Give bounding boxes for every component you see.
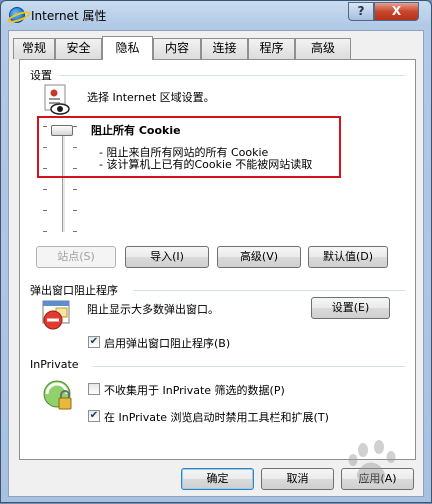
import-button[interactable]: 导入(I) <box>125 246 209 268</box>
zone-settings-text: 选择 Internet 区域设置。 <box>87 91 215 104</box>
baidu-watermark-logo <box>348 440 396 483</box>
slider-tick <box>43 189 47 190</box>
popup-section-label: 弹出窗口阻止程序 <box>30 284 118 297</box>
popup-desc: 阻止显示大多数弹出窗口。 <box>87 303 219 316</box>
popup-settings-button[interactable]: 设置(E) <box>311 297 390 319</box>
popup-blocker-icon <box>42 300 70 330</box>
inprivate-divider <box>93 366 405 367</box>
settings-divider <box>59 75 405 76</box>
slider-tick <box>73 189 77 190</box>
inprivate-section-label: InPrivate <box>30 358 79 371</box>
inprivate-icon <box>43 380 72 410</box>
inprivate-disable-toolbars-checkbox[interactable]: ✔ <box>88 410 100 422</box>
settings-section-label: 设置 <box>30 69 52 82</box>
help-button[interactable]: ? <box>348 2 374 21</box>
default-button[interactable]: 默认值(D) <box>308 246 388 268</box>
inprivate-no-collect-checkbox[interactable] <box>88 383 100 395</box>
tab-advanced[interactable]: 高级 <box>295 38 351 59</box>
slider-tick <box>43 210 47 211</box>
annotation-highlight-box <box>37 116 341 178</box>
close-button[interactable]: X <box>374 2 419 21</box>
tab-content[interactable]: 内容 <box>153 38 201 59</box>
slider-tick <box>73 231 77 232</box>
zone-settings-icon <box>44 84 70 115</box>
inprivate-no-collect-label: 不收集用于 InPrivate 筛选的数据(P) <box>104 384 285 397</box>
window-title: Internet 属性 <box>31 9 107 23</box>
tab-programs[interactable]: 程序 <box>248 38 295 59</box>
slider-tick <box>43 231 47 232</box>
tab-connections[interactable]: 连接 <box>201 38 248 59</box>
inprivate-disable-toolbars-label: 在 InPrivate 浏览启动时禁用工具栏和扩展(T) <box>104 411 329 424</box>
tab-privacy[interactable]: 隐私 <box>102 36 153 60</box>
popup-enable-label: 启用弹出窗口阻止程序(B) <box>104 337 231 350</box>
internet-options-window: Internet 属性 ? X 常规 安全 隐私 内容 连接 程序 高级 设置 … <box>0 0 432 503</box>
internet-explorer-icon <box>9 7 25 23</box>
advanced-button[interactable]: 高级(V) <box>217 246 301 268</box>
ok-button[interactable]: 确定 <box>181 468 254 490</box>
title-bar: Internet 属性 ? X <box>1 1 431 29</box>
tab-general[interactable]: 常规 <box>13 38 55 59</box>
popup-enable-checkbox[interactable]: ✔ <box>88 336 100 348</box>
popup-divider <box>133 290 405 291</box>
tab-security[interactable]: 安全 <box>55 38 102 59</box>
sites-button[interactable]: 站点(S) <box>36 246 116 268</box>
slider-tick <box>73 210 77 211</box>
